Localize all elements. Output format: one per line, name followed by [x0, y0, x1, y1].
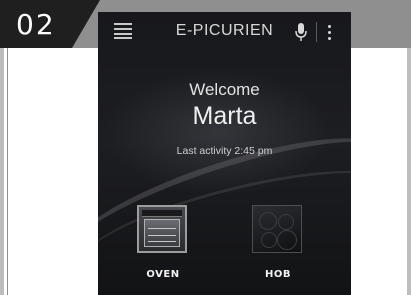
- slide-frame: 02 E-PICURIEN Welcome Marta Last activit…: [0, 0, 411, 295]
- hob-label: HOB: [265, 269, 291, 280]
- app-bar-divider: [316, 22, 317, 42]
- hob-icon: [252, 205, 302, 253]
- left-border: [0, 48, 4, 295]
- hob-button[interactable]: HOB: [248, 202, 308, 292]
- oven-icon: [137, 205, 187, 253]
- left-border-line: [7, 48, 8, 295]
- welcome-text: Welcome: [189, 80, 260, 99]
- right-border: [407, 48, 411, 295]
- user-name: Marta: [192, 102, 257, 130]
- more-vertical-icon[interactable]: [326, 24, 334, 40]
- step-number: 02: [16, 8, 56, 41]
- app-title: E-PICURIEN: [175, 22, 274, 39]
- oven-label: OVEN: [146, 269, 180, 280]
- oven-button[interactable]: OVEN: [133, 202, 193, 292]
- phone-screen: E-PICURIEN Welcome Marta Last activity 2…: [98, 12, 351, 295]
- last-activity: Last activity 2:45 pm: [176, 145, 273, 157]
- app-bar: E-PICURIEN: [98, 12, 351, 52]
- microphone-icon[interactable]: [294, 22, 308, 42]
